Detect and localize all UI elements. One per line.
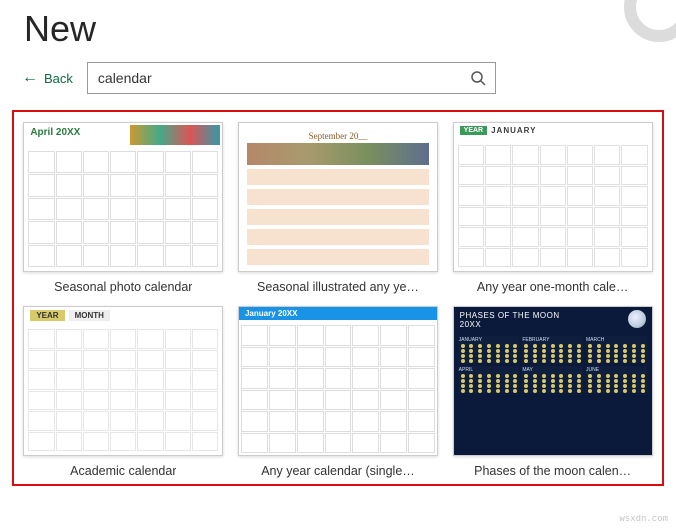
template-label: Seasonal photo calendar xyxy=(54,280,192,294)
thumb-month-label: MONTH xyxy=(69,310,110,321)
template-label: Seasonal illustrated any ye… xyxy=(257,280,419,294)
templates-grid: April 20XX Seasonal photo calendar Septe… xyxy=(20,122,656,478)
template-thumbnail: January 20XX xyxy=(238,306,438,456)
thumb-illustration xyxy=(247,143,429,165)
thumb-seasonal-image xyxy=(130,125,220,145)
template-phases-of-moon[interactable]: PHASES OF THE MOON 20XX JANUARY FEBRUARY… xyxy=(449,306,656,478)
template-label: Phases of the moon calen… xyxy=(474,464,631,478)
template-thumbnail: PHASES OF THE MOON 20XX JANUARY FEBRUARY… xyxy=(453,306,653,456)
search-box xyxy=(87,62,496,94)
search-input[interactable] xyxy=(88,63,461,93)
template-label: Academic calendar xyxy=(70,464,176,478)
thumb-title: PHASES OF THE MOON xyxy=(460,311,646,320)
back-arrow-icon: ← xyxy=(22,70,38,86)
template-any-year-one-month[interactable]: YEAR JANUARY Any year one-month cale… xyxy=(449,122,656,294)
month-label: JANUARY xyxy=(459,336,520,344)
template-thumbnail: YEAR JANUARY xyxy=(453,122,653,272)
thumb-calendar-grid xyxy=(458,145,648,267)
template-any-year-single[interactable]: January 20XX Any year calendar (single… xyxy=(235,306,442,478)
thumb-year-badge: YEAR xyxy=(30,310,64,321)
header: New xyxy=(0,0,676,62)
template-seasonal-photo[interactable]: April 20XX Seasonal photo calendar xyxy=(20,122,227,294)
thumb-month-bar: January 20XX xyxy=(239,307,437,320)
thumb-year-badge: YEAR xyxy=(460,126,487,135)
month-label: MARCH xyxy=(586,336,647,344)
thumb-year: 20XX xyxy=(460,320,646,329)
thumb-header: YEAR MONTH xyxy=(24,307,222,324)
template-label: Any year one-month cale… xyxy=(477,280,628,294)
nav-row: ← Back xyxy=(0,62,676,94)
month-label: APRIL xyxy=(459,366,520,374)
template-thumbnail: YEAR MONTH xyxy=(23,306,223,456)
thumb-month-label: September 20__ xyxy=(239,123,437,143)
search-button[interactable] xyxy=(461,63,495,93)
template-academic-calendar[interactable]: YEAR MONTH Academic calendar xyxy=(20,306,227,478)
template-label: Any year calendar (single… xyxy=(261,464,415,478)
thumb-header: PHASES OF THE MOON 20XX xyxy=(454,307,652,333)
template-seasonal-illustrated[interactable]: September 20__ Seasonal illustrated any … xyxy=(235,122,442,294)
thumb-calendar-grid xyxy=(28,151,218,267)
month-label: JUNE xyxy=(586,366,647,374)
month-label: MAY xyxy=(522,366,583,374)
thumb-calendar-grid xyxy=(28,329,218,451)
moon-icon xyxy=(628,310,646,328)
template-thumbnail: September 20__ xyxy=(238,122,438,272)
month-label: FEBRUARY xyxy=(522,336,583,344)
template-thumbnail: April 20XX xyxy=(23,122,223,272)
thumb-month-label: JANUARY xyxy=(491,126,536,135)
page-title: New xyxy=(24,8,652,50)
thumb-header: YEAR JANUARY xyxy=(454,123,652,138)
thumb-months-grid: JANUARY FEBRUARY MARCH APRIL MAY JUNE xyxy=(454,333,652,396)
thumb-week-rows xyxy=(239,165,437,269)
templates-highlight-box: April 20XX Seasonal photo calendar Septe… xyxy=(12,110,664,486)
back-button[interactable]: ← Back xyxy=(22,70,73,86)
search-icon xyxy=(470,70,486,86)
thumb-calendar-grid xyxy=(241,325,435,453)
watermark: wsxdn.com xyxy=(619,514,668,524)
back-label: Back xyxy=(44,71,73,86)
